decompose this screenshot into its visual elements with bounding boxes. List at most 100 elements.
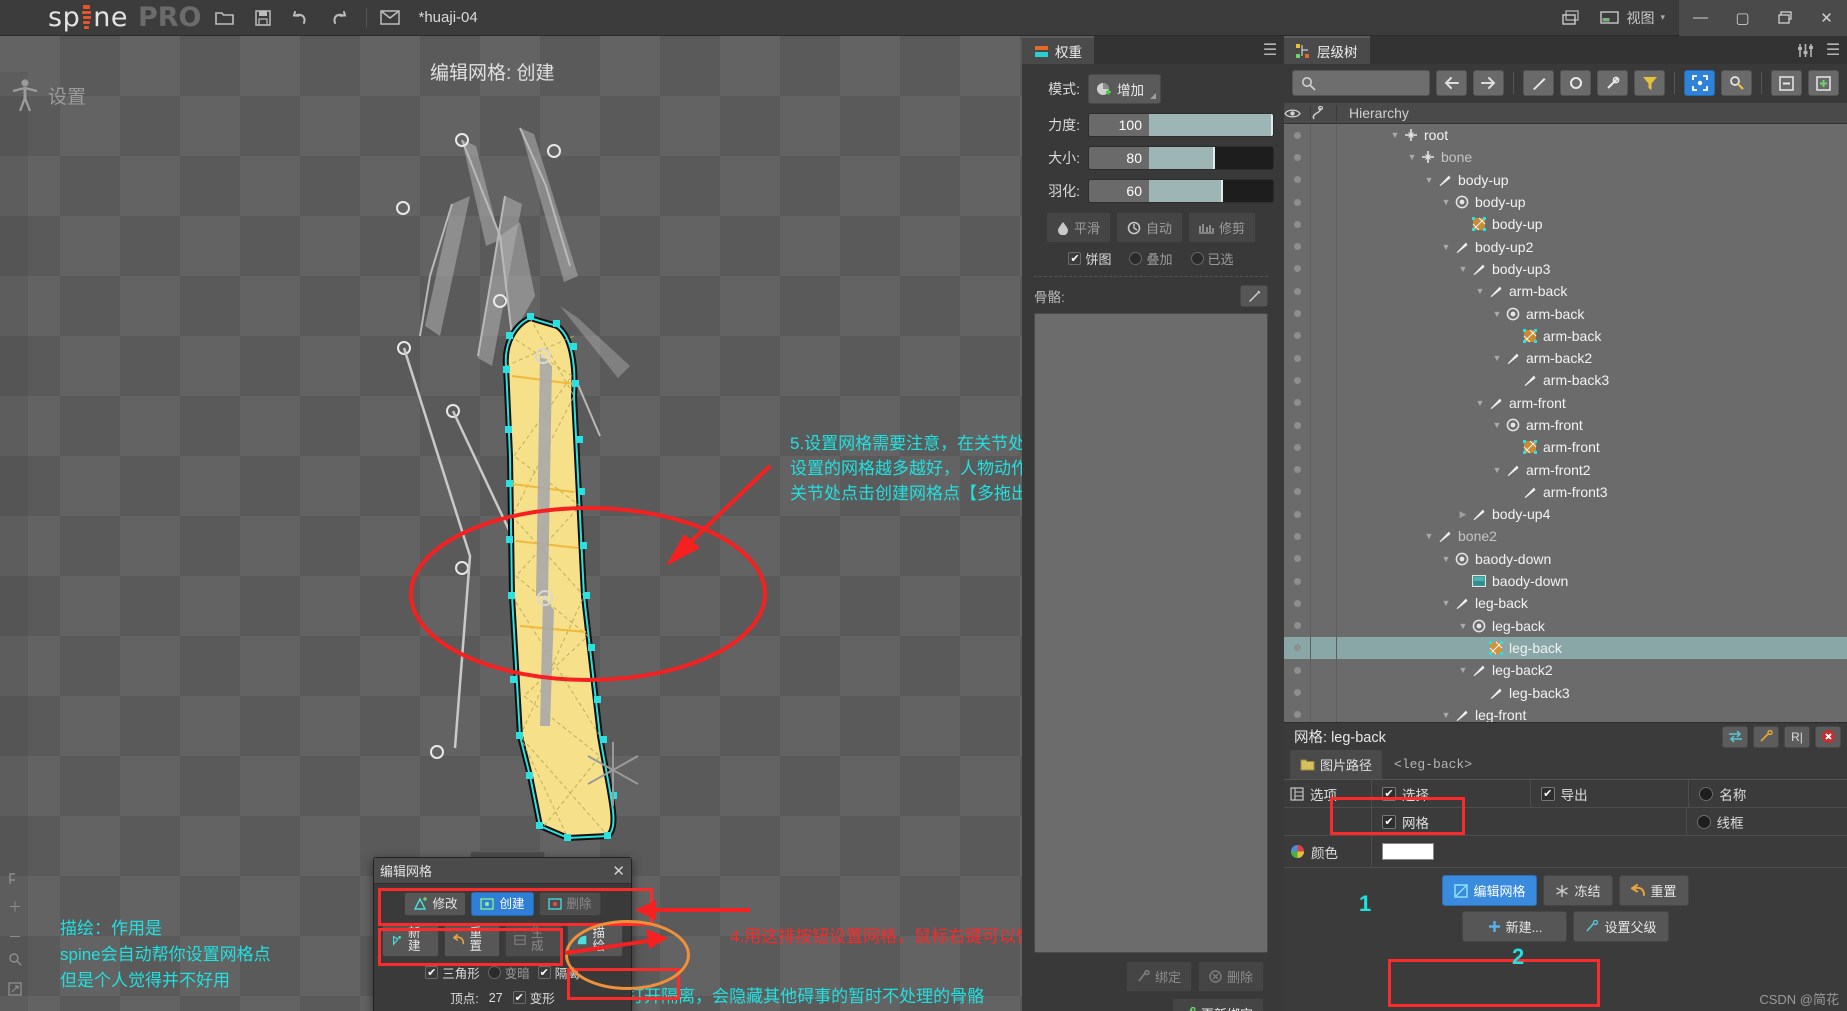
tree-expander-icon[interactable]: ▼ xyxy=(1490,465,1504,475)
collapse-all-button[interactable] xyxy=(1771,70,1802,96)
tree-lock-toggle[interactable] xyxy=(1310,324,1336,347)
tree-lock-toggle[interactable] xyxy=(1310,213,1336,236)
tree-row-bone2-18[interactable]: ▼ bone2 xyxy=(1284,525,1847,548)
update-bind-button[interactable]: 更新绑定 xyxy=(1171,998,1264,1011)
funnel-filter-button[interactable] xyxy=(1634,70,1665,96)
mesh-modify-button[interactable]: 修改 xyxy=(404,892,467,916)
tree-expander-icon[interactable]: ▼ xyxy=(1439,554,1453,564)
tree-row-body-up-4[interactable]: body-up xyxy=(1284,213,1847,236)
tree-expander-icon[interactable]: ▼ xyxy=(1456,621,1470,631)
tree-lock-toggle[interactable] xyxy=(1310,480,1336,504)
color-swatch[interactable] xyxy=(1382,843,1434,860)
tree-row-baody-down-20[interactable]: baody-down xyxy=(1284,569,1847,593)
hamburger-icon[interactable]: ☰ xyxy=(1256,36,1284,64)
option-mesh-cell[interactable]: ✔ 网格 xyxy=(1372,808,1687,835)
bind-button[interactable]: 绑定 xyxy=(1125,961,1192,992)
tree-row-arm-back-9[interactable]: arm-back xyxy=(1284,324,1847,347)
lock-icon[interactable] xyxy=(1310,106,1336,120)
auto-button[interactable]: 自动 xyxy=(1115,212,1183,243)
tree-row-content[interactable]: arm-back3 xyxy=(1336,369,1847,392)
reset-button[interactable]: 重置 xyxy=(1618,875,1689,906)
tree-row-content[interactable]: leg-back xyxy=(1336,636,1847,660)
tree-lock-toggle[interactable] xyxy=(1310,659,1336,682)
window-minimize-button[interactable]: — xyxy=(1679,0,1721,36)
tree-expander-icon[interactable]: ▼ xyxy=(1422,175,1436,185)
tree-expander-icon[interactable]: ▼ xyxy=(1439,197,1453,207)
tab-hierarchy[interactable]: 层级树 xyxy=(1284,36,1370,64)
tree-expander-icon[interactable]: ▼ xyxy=(1473,398,1487,408)
tree-visibility-toggle[interactable] xyxy=(1284,488,1310,496)
tree-visibility-toggle[interactable] xyxy=(1284,599,1310,607)
tab-weights[interactable]: 权重 xyxy=(1022,36,1094,64)
checkbox-isolate[interactable]: ✔ xyxy=(537,966,551,979)
tree-row-leg-back-21[interactable]: ▼ leg-back xyxy=(1284,592,1847,615)
tree-lock-toggle[interactable] xyxy=(1310,436,1336,459)
trim-button[interactable]: 修剪 xyxy=(1188,212,1257,243)
search-input[interactable] xyxy=(1292,70,1430,96)
tree-expander-icon[interactable]: ▼ xyxy=(1439,710,1453,720)
export-icon[interactable] xyxy=(375,3,405,33)
fit-selection-button[interactable] xyxy=(1684,70,1715,96)
new-button[interactable]: 新建... xyxy=(1462,911,1568,942)
tree-lock-toggle[interactable] xyxy=(1310,346,1336,370)
tree-visibility-toggle[interactable] xyxy=(1284,532,1310,540)
tree-row-content[interactable]: ▼ body-up xyxy=(1336,168,1847,191)
tree-expander-icon[interactable]: ▼ xyxy=(1439,598,1453,608)
tree-row-content[interactable]: ▼ arm-front xyxy=(1336,413,1847,437)
edit-mesh-button[interactable]: 编辑网格 xyxy=(1442,875,1538,906)
window-maximize-button[interactable]: ▢ xyxy=(1721,0,1763,36)
tree-row-baody-down-19[interactable]: ▼ baody-down xyxy=(1284,547,1847,570)
slot-filter-button[interactable] xyxy=(1560,70,1591,96)
tree-lock-toggle[interactable] xyxy=(1310,681,1336,704)
mesh-create-button[interactable]: 创建 xyxy=(471,892,534,916)
tree-row-content[interactable]: ▼ bone xyxy=(1336,146,1847,169)
checkbox-export[interactable]: ✔ xyxy=(1540,786,1555,801)
tree-visibility-toggle[interactable] xyxy=(1284,131,1310,139)
tree-row-body-up-3[interactable]: ▼ body-up xyxy=(1284,190,1847,214)
tree-visibility-toggle[interactable] xyxy=(1284,622,1310,630)
tree-visibility-toggle[interactable] xyxy=(1284,332,1310,340)
tree-row-content[interactable]: ▼ arm-back xyxy=(1336,302,1847,325)
constraint-filter-button[interactable] xyxy=(1597,70,1628,96)
tree-lock-toggle[interactable] xyxy=(1310,190,1336,214)
tree-row-arm-back-7[interactable]: ▼ arm-back xyxy=(1284,280,1847,303)
tree-lock-toggle[interactable] xyxy=(1310,569,1336,593)
tree-row-leg-back-22[interactable]: ▼ leg-back xyxy=(1284,614,1847,637)
checkbox-deform[interactable]: ✔ xyxy=(512,991,526,1004)
tree-visibility-toggle[interactable] xyxy=(1284,443,1310,451)
tree-visibility-toggle[interactable] xyxy=(1284,399,1310,407)
bone-filter-button[interactable] xyxy=(1523,70,1554,96)
window-restore-button[interactable] xyxy=(1763,0,1805,36)
tree-expander-icon[interactable]: ▼ xyxy=(1422,531,1436,541)
tree-row-content[interactable]: body-up xyxy=(1336,213,1847,236)
tree-lock-toggle[interactable] xyxy=(1310,302,1336,325)
tree-row-content[interactable]: ▼ leg-back xyxy=(1336,614,1847,637)
tree-row-content[interactable]: arm-front3 xyxy=(1336,480,1847,504)
tree-row-arm-back2-10[interactable]: ▼ arm-back2 xyxy=(1284,346,1847,370)
duplicate-icon[interactable] xyxy=(1753,725,1779,748)
tree-row-body-up-2[interactable]: ▼ body-up xyxy=(1284,168,1847,191)
tree-row-content[interactable]: ▼ baody-down xyxy=(1336,547,1847,570)
tree-expander-icon[interactable]: ▼ xyxy=(1439,242,1453,252)
size-slider[interactable]: 80 xyxy=(1088,146,1274,170)
checkbox-triangles[interactable]: ✔ xyxy=(425,966,439,979)
tree-lock-toggle[interactable] xyxy=(1310,503,1336,526)
tree-row-content[interactable]: ▼ leg-back xyxy=(1336,592,1847,615)
tree-expander-icon[interactable]: ▼ xyxy=(1388,130,1402,140)
mesh-new-button[interactable]: 新建 xyxy=(382,922,439,957)
tree-lock-toggle[interactable] xyxy=(1310,525,1336,548)
tree-lock-toggle[interactable] xyxy=(1310,257,1336,281)
option-overlay[interactable]: 叠加 xyxy=(1129,249,1173,268)
delete-icon[interactable] xyxy=(1815,725,1841,748)
set-parent-button[interactable]: 设置父级 xyxy=(1573,911,1669,942)
mesh-reset-button[interactable]: 重置 xyxy=(443,922,500,957)
tree-row-content[interactable]: ▼ leg-back2 xyxy=(1336,659,1847,682)
mode-dropdown[interactable]: 增加 xyxy=(1088,74,1161,104)
tree-lock-toggle[interactable] xyxy=(1310,124,1336,147)
sliders-icon[interactable] xyxy=(1791,36,1819,64)
tree-visibility-toggle[interactable] xyxy=(1284,689,1310,697)
color-value-cell[interactable] xyxy=(1372,836,1847,867)
tree-visibility-toggle[interactable] xyxy=(1284,577,1310,585)
option-export-cell[interactable]: ✔ 导出 xyxy=(1531,780,1690,807)
tree-row-content[interactable]: ▶ body-up4 xyxy=(1336,503,1847,526)
